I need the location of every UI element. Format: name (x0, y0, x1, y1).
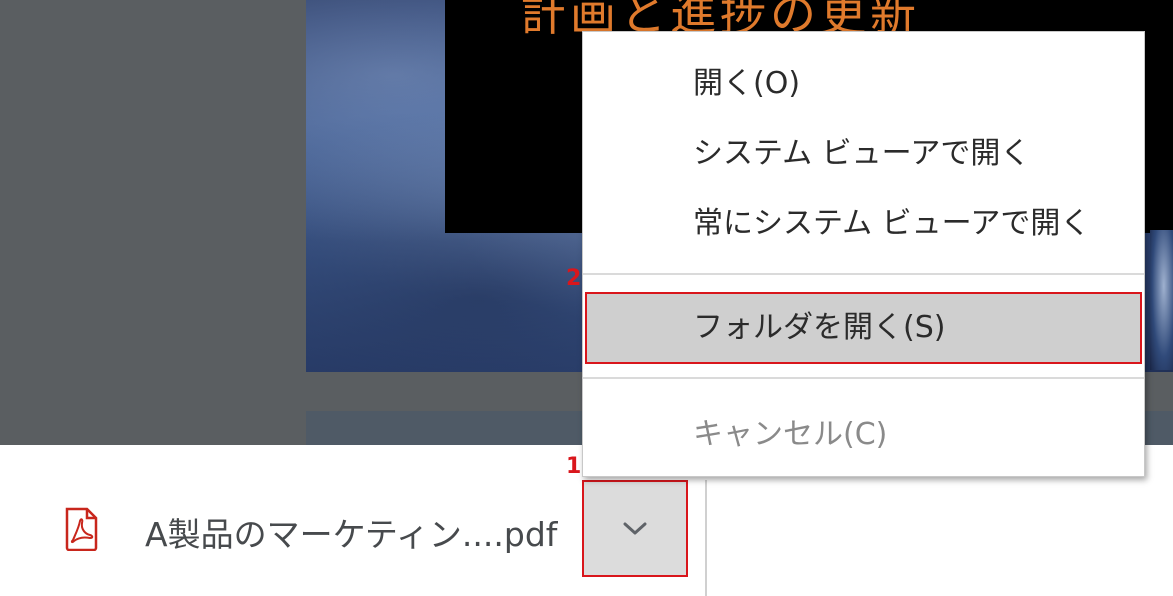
screen: 計画と進捗の更新 A製品のマーケティン....pdf 開く(O) システム ビュ… (0, 0, 1173, 596)
download-options-button[interactable] (582, 480, 688, 577)
menu-separator (583, 273, 1144, 275)
slide-image-edge (1150, 230, 1173, 370)
download-context-menu: 開く(O) システム ビューアで開く 常にシステム ビューアで開く フォルダを開… (582, 31, 1145, 477)
step-marker-2: 2 (566, 266, 582, 291)
menu-item-open-system-viewer[interactable]: システム ビューアで開く (583, 124, 1144, 184)
menu-item-open[interactable]: 開く(O) (583, 54, 1144, 114)
menu-item-always-open-system-viewer[interactable]: 常にシステム ビューアで開く (583, 194, 1144, 254)
menu-separator (583, 377, 1144, 379)
download-bar-divider (705, 480, 707, 596)
pdf-icon (65, 507, 98, 551)
download-file-name[interactable]: A製品のマーケティン....pdf (145, 508, 557, 556)
menu-item-cancel[interactable]: キャンセル(C) (583, 405, 1144, 465)
step-marker-1: 1 (566, 454, 582, 479)
chevron-down-icon (623, 522, 647, 534)
menu-item-show-in-folder[interactable]: フォルダを開く(S) (585, 292, 1142, 364)
